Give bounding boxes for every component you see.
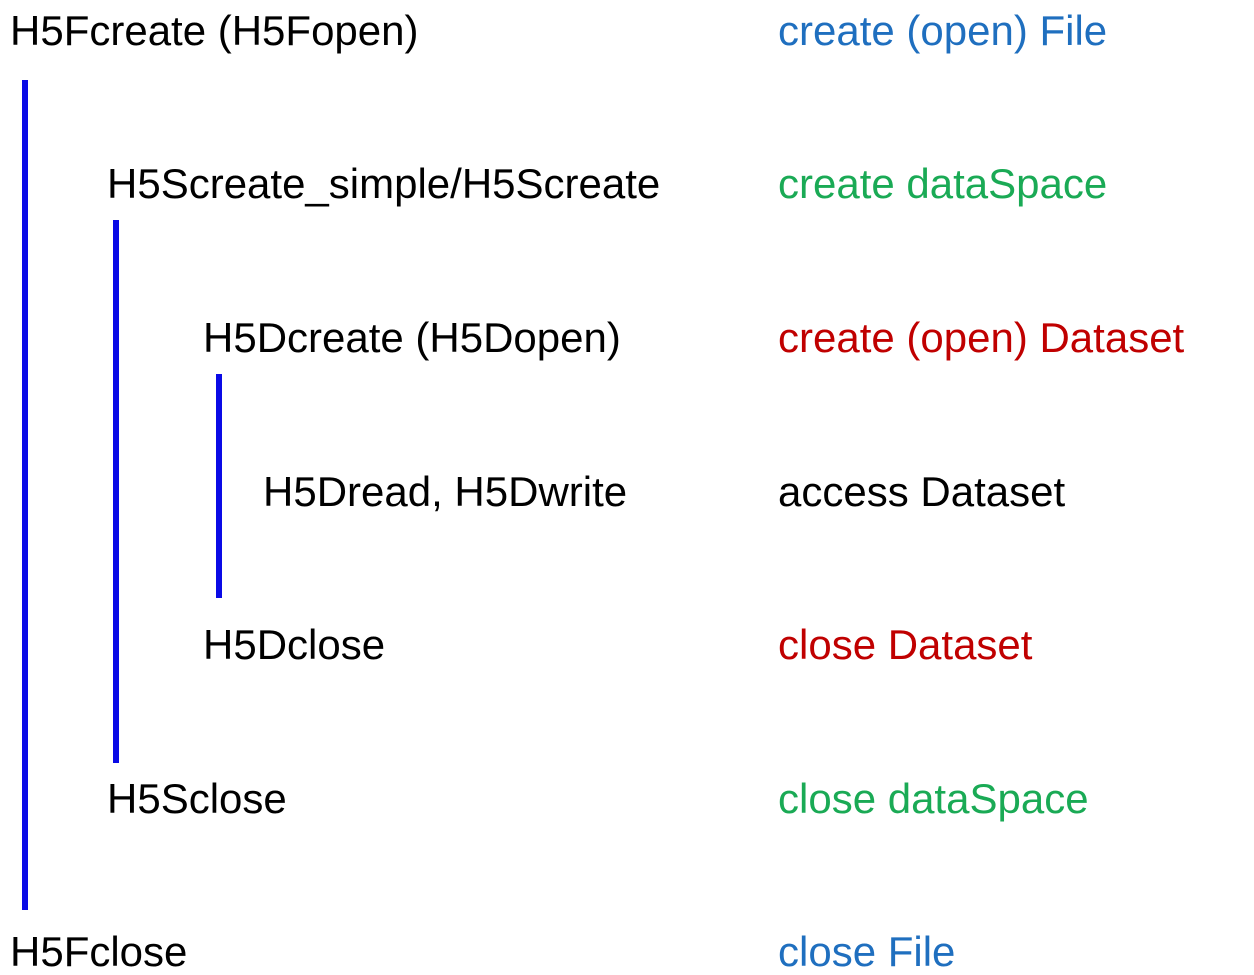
desc-access-dataset: access Dataset [778,468,1066,515]
call-h5dclose: H5Dclose [203,621,386,668]
dataset-scope-line [216,374,222,598]
call-h5sclose: H5Sclose [107,775,287,822]
desc-create-open-file: create (open) File [778,7,1108,54]
desc-close-file: close File [778,928,956,975]
desc-create-dataspace: create dataSpace [778,160,1108,207]
desc-close-dataspace: close dataSpace [778,775,1089,822]
desc-create-open-dataset: create (open) Dataset [778,314,1185,361]
file-scope-line [22,80,28,910]
call-h5fcreate: H5Fcreate (H5Fopen) [10,7,419,54]
call-h5dcreate: H5Dcreate (H5Dopen) [203,314,621,361]
hdf5-call-sequence-diagram: H5Fcreate (H5Fopen) H5Screate_simple/H5S… [0,0,1254,973]
call-h5screate: H5Screate_simple/H5Screate [107,160,661,207]
call-h5fclose: H5Fclose [10,928,188,975]
desc-close-dataset: close Dataset [778,621,1033,668]
dataspace-scope-line [113,220,119,763]
call-h5dread-h5dwrite: H5Dread, H5Dwrite [263,468,628,515]
